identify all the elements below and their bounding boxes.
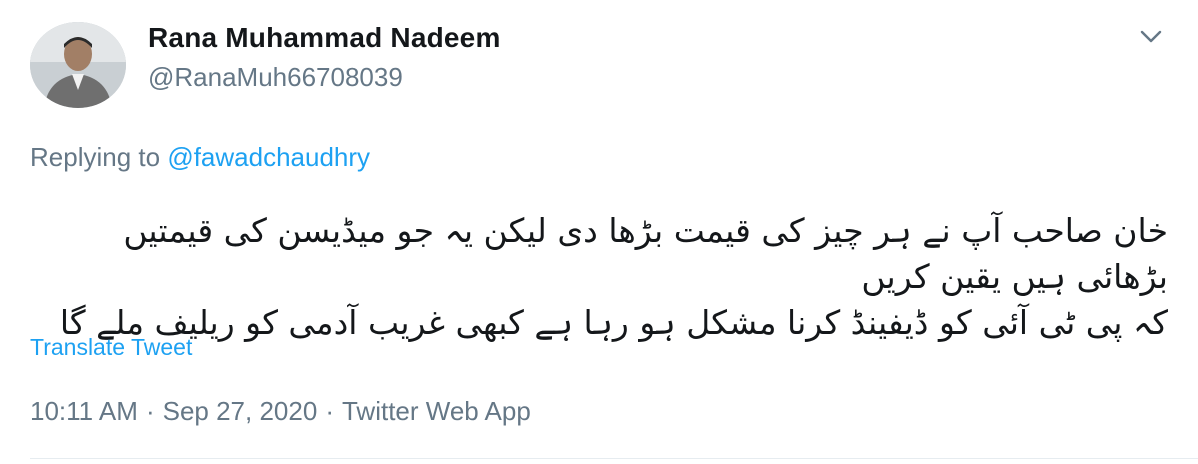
translate-tweet-link[interactable]: Translate Tweet xyxy=(30,334,192,361)
reply-mention-link[interactable]: @fawadchaudhry xyxy=(167,142,370,172)
tweet-text-line-2: کہ پی ٹی آئی کو ڈیفینڈ کرنا مشکل ہو رہا … xyxy=(59,303,1168,342)
tweet-source[interactable]: Twitter Web App xyxy=(342,396,531,426)
tweet-time[interactable]: 10:11 AM xyxy=(30,396,138,426)
replying-prefix: Replying to xyxy=(30,142,168,172)
tweet-card: Rana Muhammad Nadeem @RanaMuh66708039 Re… xyxy=(0,0,1198,464)
author-name[interactable]: Rana Muhammad Nadeem xyxy=(148,22,501,54)
author-handle[interactable]: @RanaMuh66708039 xyxy=(148,62,403,93)
avatar-image xyxy=(30,22,126,108)
tweet-text-line-1: خان صاحب آپ نے ہر چیز کی قیمت بڑھا دی لی… xyxy=(123,211,1168,296)
tweet-metadata: 10:11 AM · Sep 27, 2020 · Twitter Web App xyxy=(30,396,531,427)
tweet-text: خان صاحب آپ نے ہر چیز کی قیمت بڑھا دی لی… xyxy=(28,208,1168,346)
divider xyxy=(30,458,1198,459)
replying-to: Replying to @fawadchaudhry xyxy=(30,142,370,173)
chevron-down-icon[interactable] xyxy=(1136,24,1166,48)
meta-separator: · xyxy=(145,396,155,426)
avatar[interactable] xyxy=(30,22,126,108)
tweet-date[interactable]: Sep 27, 2020 xyxy=(163,396,318,426)
meta-separator: · xyxy=(325,396,334,426)
